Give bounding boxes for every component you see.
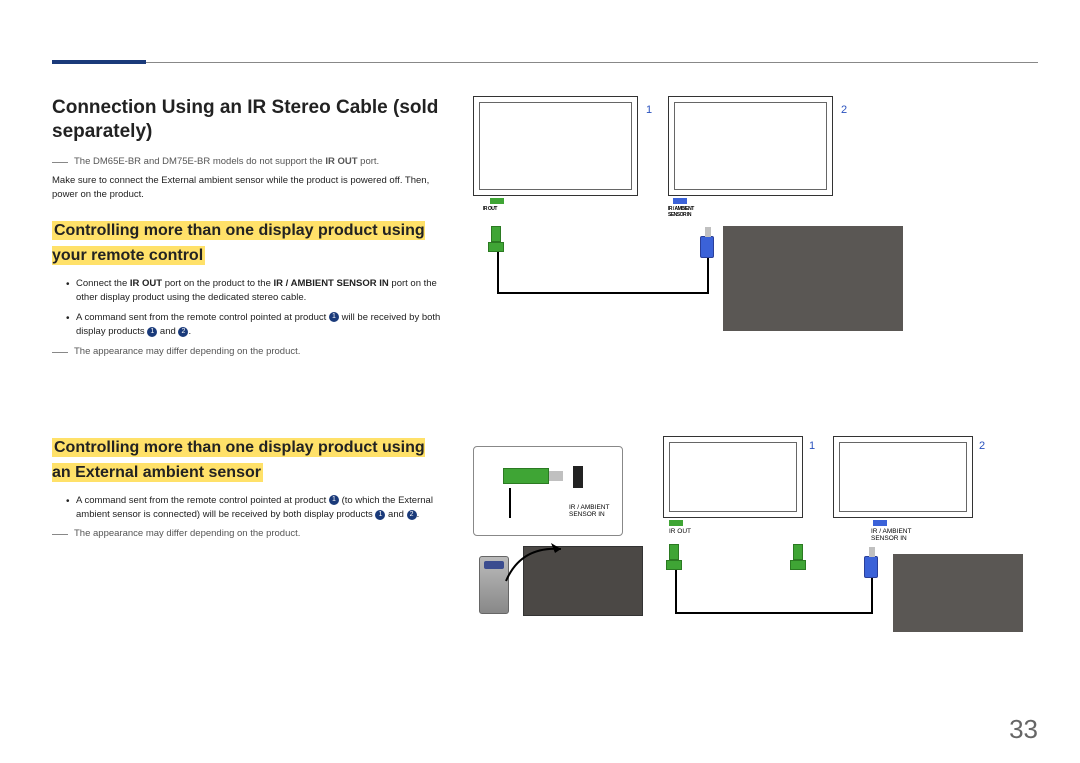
t: Connect the — [76, 278, 130, 289]
irout-label: IR OUT — [669, 528, 691, 535]
diagram-external-sensor: IR / AMBIENT SENSOR IN 1 IR OUT 2 IR / A… — [473, 446, 1038, 676]
appearance-text: The appearance may differ depending on t… — [74, 528, 300, 541]
note-suffix: port. — [358, 156, 380, 167]
tv-2-icon — [833, 436, 973, 518]
tv-2-icon — [668, 96, 833, 196]
port-sensorin-label: IR / AMBIENT SENSOR IN — [668, 206, 708, 218]
green-plug-horizontal-icon — [503, 468, 549, 484]
tv-2-label: 2 — [841, 104, 847, 116]
tv-1-label: 1 — [809, 440, 815, 452]
t: . — [188, 326, 191, 337]
page-number: 33 — [1009, 714, 1038, 745]
section1-heading: Controlling more than one display produc… — [52, 221, 425, 265]
port-sensorin-icon — [673, 198, 687, 204]
cable-line — [675, 570, 677, 612]
note-unsupported-models: The DM65E-BR and DM75E-BR models do not … — [52, 156, 447, 169]
sensor-bar-icon — [573, 466, 583, 488]
t: and — [385, 509, 406, 520]
section1-list: Connect the IR OUT port on the product t… — [66, 277, 447, 340]
cable-line — [675, 612, 871, 614]
header-rule — [52, 62, 1038, 63]
port-b-icon — [873, 520, 887, 526]
tv-1-icon — [473, 96, 638, 196]
blue-plug-icon — [864, 556, 878, 578]
circle-1-icon: 1 — [375, 510, 385, 520]
s2-bullet-1: A command sent from the remote control p… — [66, 494, 447, 523]
t: A command sent from the remote control p… — [76, 312, 329, 323]
sensor-box — [473, 446, 623, 536]
cable-line — [497, 252, 499, 292]
sensor-in-label: IR / AMBIENT SENSOR IN — [569, 504, 609, 518]
appearance-note-1: The appearance may differ depending on t… — [52, 346, 447, 359]
green-jack-icon — [491, 226, 501, 242]
port-irout-icon — [490, 198, 504, 204]
section2-list: A command sent from the remote control p… — [66, 494, 447, 523]
diagram-remote-control: 1 IR OUT 2 IR / AMBIENT SENSOR IN — [473, 96, 1038, 346]
cable-line — [871, 576, 873, 614]
instruction-text: Make sure to connect the External ambien… — [52, 174, 447, 201]
t: IR / AMBIENT SENSOR IN — [274, 278, 389, 289]
green-jack-icon — [669, 544, 679, 560]
s1-bullet-2: A command sent from the remote control p… — [66, 311, 447, 340]
page-title: Connection Using an IR Stereo Cable (sol… — [52, 96, 447, 144]
cable-line — [509, 488, 511, 518]
tv-2-back-icon — [893, 554, 1023, 632]
port-g-icon — [669, 520, 683, 526]
header-accent — [52, 60, 146, 64]
t: port on the product to the — [162, 278, 273, 289]
s1-bullet-1: Connect the IR OUT port on the product t… — [66, 277, 447, 306]
circle-1-icon: 1 — [147, 327, 157, 337]
cable-line — [497, 292, 707, 294]
note-dash-icon — [52, 162, 68, 163]
appearance-note-2: The appearance may differ depending on t… — [52, 528, 447, 541]
tv-1-label: 1 — [646, 104, 652, 116]
sensor-in2-label: IR / AMBIENT SENSOR IN — [871, 528, 911, 542]
cable-line — [707, 256, 709, 294]
circle-1-icon: 1 — [329, 495, 339, 505]
tv-2-back-icon — [723, 226, 903, 331]
curved-arrow-icon — [501, 541, 581, 591]
t: IR OUT — [130, 278, 162, 289]
right-column: 1 IR OUT 2 IR / AMBIENT SENSOR IN — [473, 96, 1038, 676]
t: and — [157, 326, 178, 337]
section2-heading: Controlling more than one display produc… — [52, 438, 425, 482]
note-bold: IR OUT — [325, 156, 357, 167]
tv-1-icon — [663, 436, 803, 518]
left-column: Connection Using an IR Stereo Cable (sol… — [52, 96, 447, 676]
note-dash-icon — [52, 352, 68, 353]
circle-2-icon: 2 — [407, 510, 417, 520]
blue-plug-icon — [700, 236, 714, 258]
circle-2-icon: 2 — [178, 327, 188, 337]
appearance-text: The appearance may differ depending on t… — [74, 346, 300, 359]
t: . — [417, 509, 420, 520]
section1-heading-text: Controlling more than one display produc… — [52, 222, 425, 264]
green-jack-icon — [793, 544, 803, 560]
note-dash-icon — [52, 534, 68, 535]
tv-2-label: 2 — [979, 440, 985, 452]
plug-tip-icon — [549, 471, 563, 481]
note-text: The DM65E-BR and DM75E-BR models do not … — [74, 156, 325, 167]
section2-heading-text: Controlling more than one display produc… — [52, 439, 425, 481]
port-irout-label: IR OUT — [483, 206, 497, 212]
t: A command sent from the remote control p… — [76, 495, 329, 506]
circle-1-icon: 1 — [329, 312, 339, 322]
